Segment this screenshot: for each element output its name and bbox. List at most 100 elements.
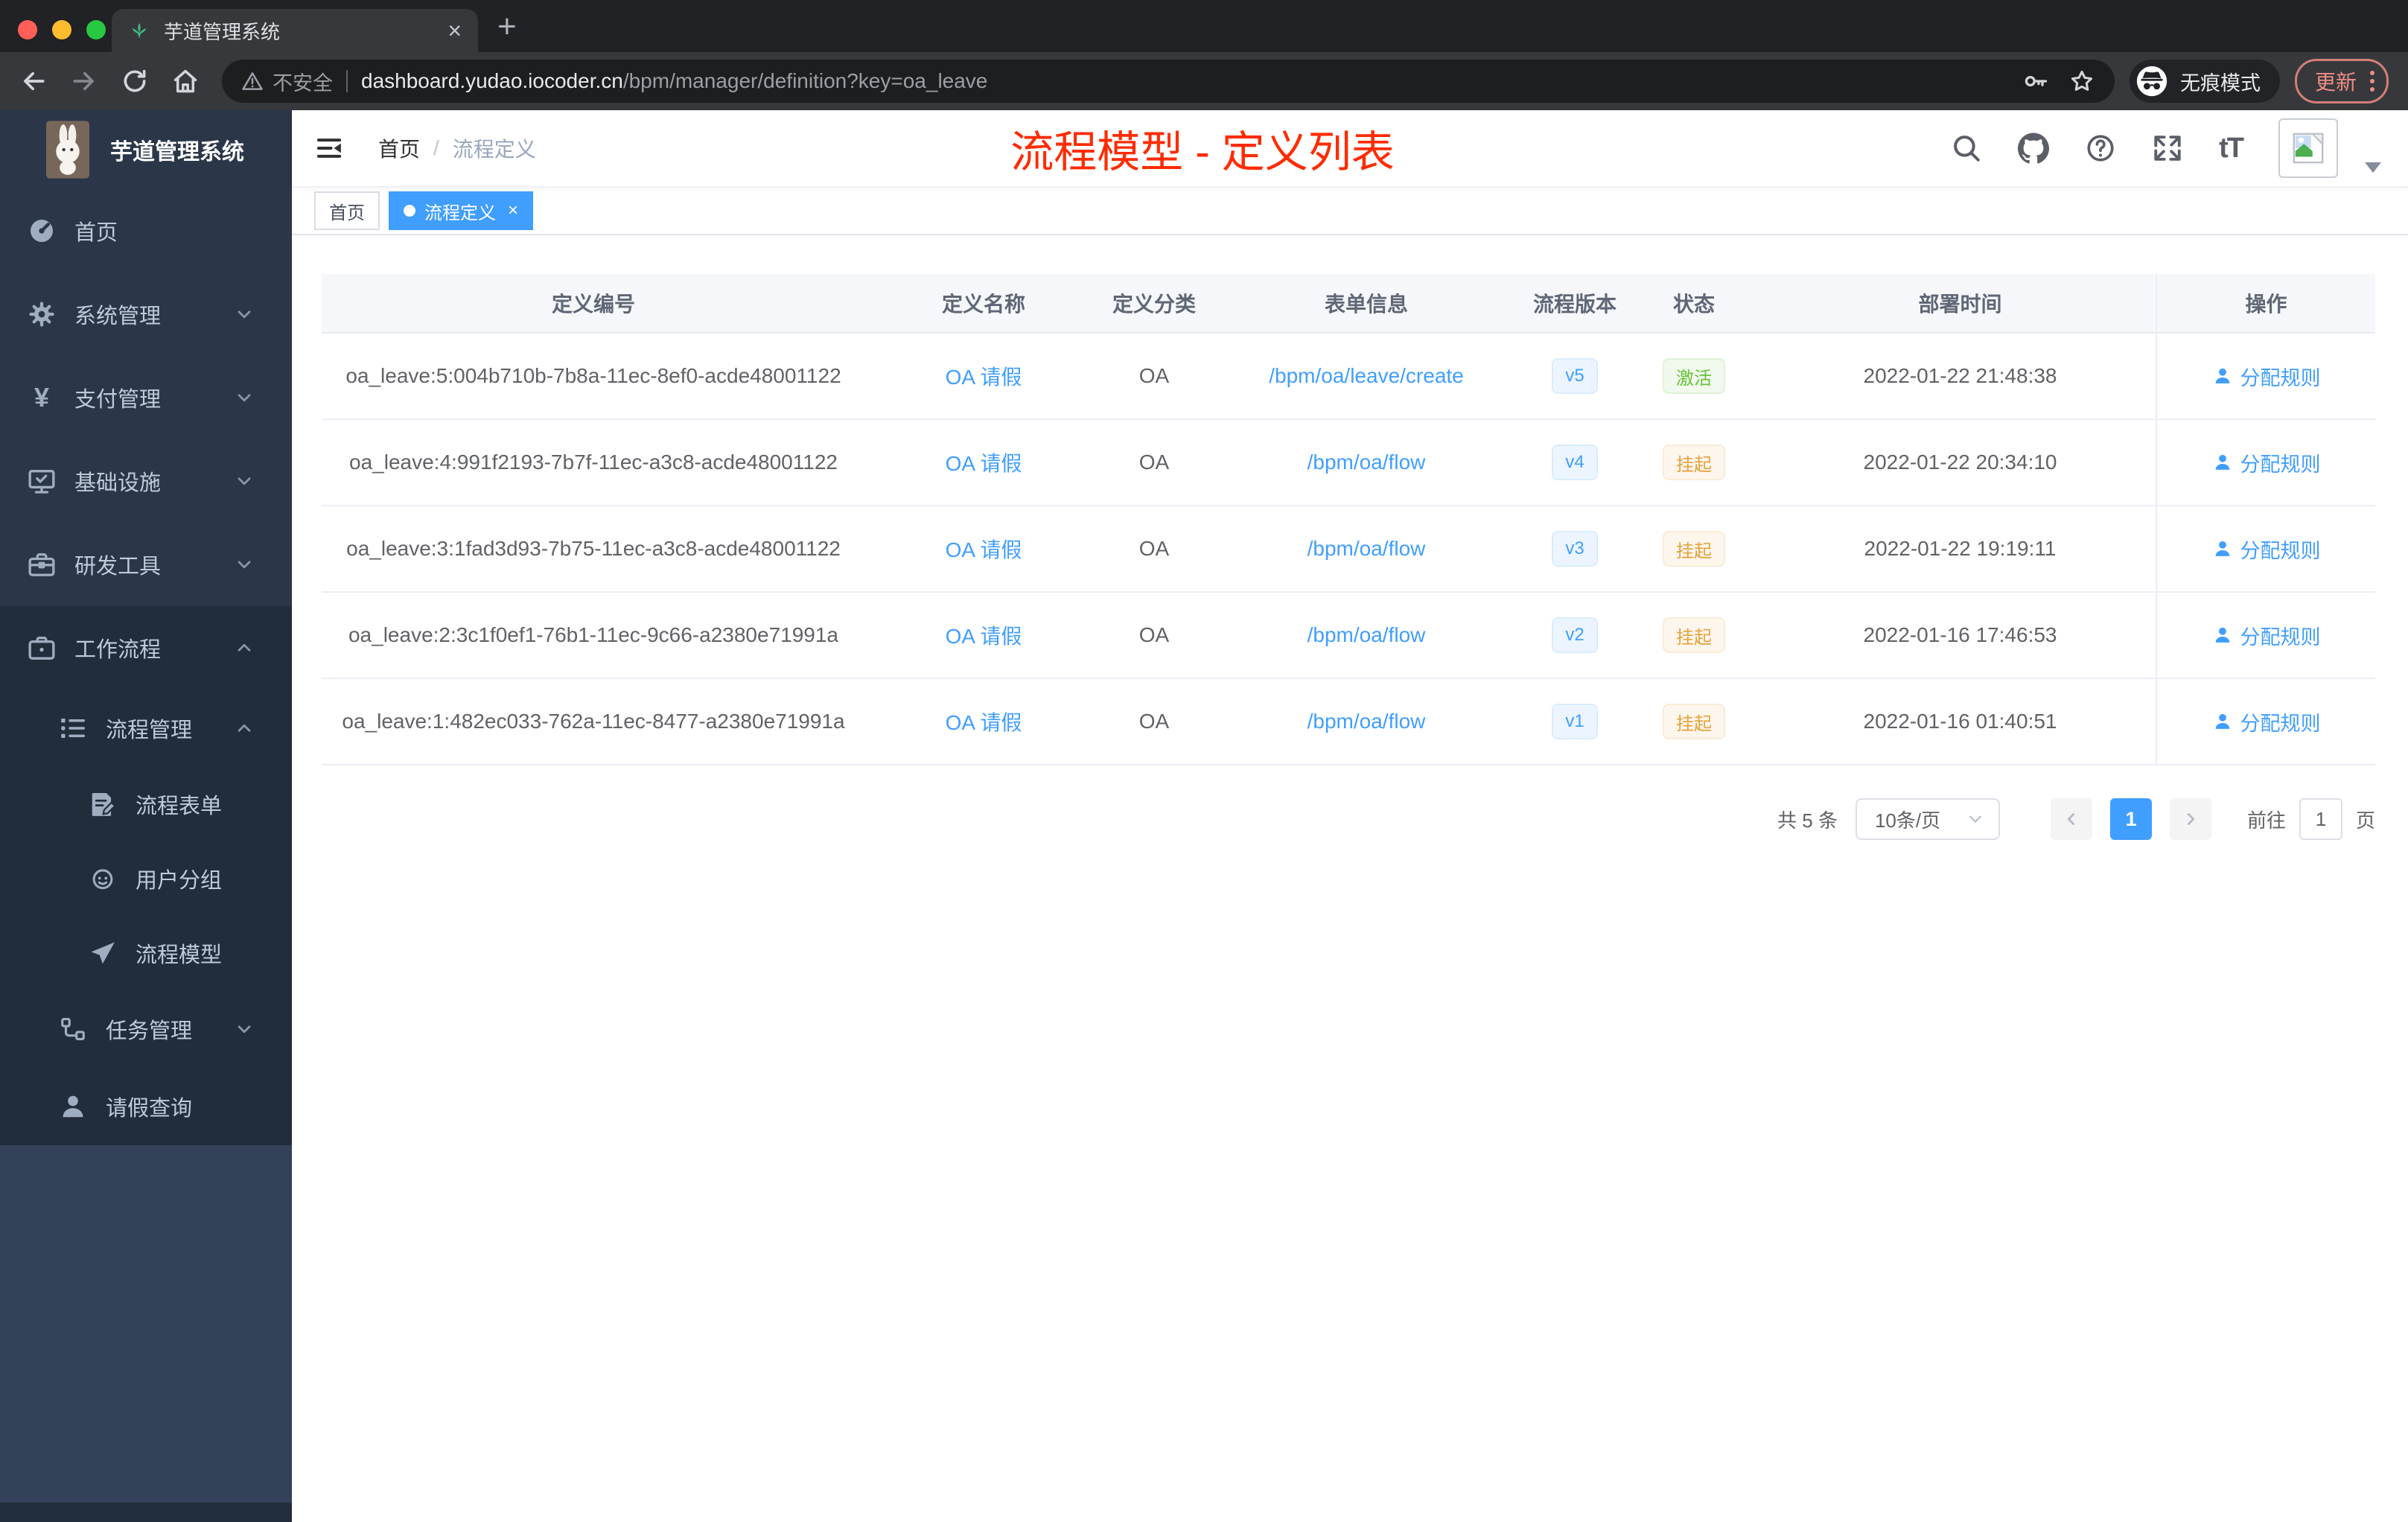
deploy-time: 2022-01-22 21:48:38 [1863,364,2057,387]
definition-name-link[interactable]: OA 请假 [946,707,1022,736]
column-header: 流程版本 [1532,293,1617,316]
url-text[interactable]: dashboard.yudao.iocoder.cn/bpm/manager/d… [361,69,2003,93]
goto-page-input[interactable] [2299,798,2342,840]
assign-rule-link[interactable]: 分配规则 [2212,448,2321,477]
new-tab-button[interactable]: + [497,10,517,43]
form-link[interactable]: /bpm/oa/flow [1307,537,1426,561]
maximize-window-button[interactable] [86,20,106,39]
page-number-button[interactable]: 1 [2109,798,2152,840]
app-logo-row[interactable]: 芋道管理系统 [0,110,292,189]
status-badge: 挂起 [1663,617,1725,653]
fullscreen-icon[interactable] [2152,133,2183,164]
url-divider [346,70,348,92]
page-size-select[interactable]: 10条/页 [1855,798,2000,840]
sidebar-item-payment[interactable]: ¥ 支付管理 [0,356,292,439]
github-icon[interactable] [2018,133,2050,164]
breadcrumb-home[interactable]: 首页 [378,133,420,163]
app-navbar: 首页 / 流程定义 流程模型 - 定义列表 tT [292,110,2408,188]
assign-rule-link[interactable]: 分配规则 [2212,362,2321,391]
tag-close-icon[interactable]: × [508,200,518,221]
sidebar-item-label: 任务管理 [106,1019,193,1043]
sidebar-submenu-block: 工作流程 流程管理 流程表单 用户分组 流程模型 任务管理 请假查询 [0,606,292,1145]
assign-rule-link[interactable]: 分配规则 [2212,535,2321,564]
table-row: oa_leave:4:991f2193-7b7f-11ec-a3c8-acde4… [322,420,2375,506]
deploy-time: 2022-01-16 17:46:53 [1863,623,2057,646]
security-warning-icon [241,70,264,92]
chevron-down-icon [234,387,255,408]
sidebar-item-label: 用户分组 [136,869,223,893]
table-header-row: 定义编号 定义名称 定义分类 表单信息 流程版本 状态 部署时间 操作 [322,274,2375,334]
sidebar-item-process-mgmt[interactable]: 流程管理 [0,690,292,767]
browser-menu-icon[interactable] [2370,71,2374,92]
sidebar-item-infra[interactable]: 基础设施 [0,439,292,523]
sidebar-item-system[interactable]: 系统管理 [0,273,292,356]
chevron-right-icon [2181,809,2200,829]
sidebar-item-task-mgmt[interactable]: 任务管理 [0,990,292,1068]
breadcrumb: 首页 / 流程定义 [378,133,536,163]
version-badge: v3 [1552,531,1598,567]
assign-rule-link[interactable]: 分配规则 [2212,707,2321,736]
pagination-total: 共 5 条 [1777,809,1838,832]
tab-close-icon[interactable]: × [447,19,462,42]
form-link[interactable]: /bpm/oa/flow [1307,450,1426,474]
sidebar-collapse-icon[interactable] [314,133,344,163]
form-link[interactable]: /bpm/oa/flow [1307,623,1426,647]
browser-toolbar: 不安全 dashboard.yudao.iocoder.cn/bpm/manag… [0,52,2408,110]
font-size-icon[interactable]: tT [2219,133,2244,165]
help-icon[interactable] [2085,133,2116,164]
form-edit-icon [88,789,118,819]
definition-name-link[interactable]: OA 请假 [946,620,1022,650]
url-bar[interactable]: 不安全 dashboard.yudao.iocoder.cn/bpm/manag… [222,60,2115,103]
close-window-button[interactable] [18,20,37,39]
avatar[interactable] [2278,118,2338,178]
dashboard-icon [27,216,57,246]
update-label[interactable]: 更新 [2315,66,2357,96]
sidebar-item-process-model[interactable]: 流程模型 [0,916,292,990]
assign-rule-link[interactable]: 分配规则 [2212,621,2321,650]
browser-chrome: 芋道管理系统 × + 不安全 dashboard.yudao.iocoder.c… [0,0,2408,110]
definition-id: oa_leave:1:482ec033-762a-11ec-8477-a2380… [342,710,845,733]
definition-name-link[interactable]: OA 请假 [946,534,1022,564]
sidebar-item-label: 首页 [74,221,118,245]
definition-id: oa_leave:4:991f2193-7b7f-11ec-a3c8-acde4… [349,450,838,474]
caret-down-icon[interactable] [2365,162,2381,173]
prev-page-button[interactable] [2050,798,2092,840]
tag-home[interactable]: 首页 [314,191,380,230]
reload-icon[interactable] [121,67,149,95]
form-link[interactable]: /bpm/oa/flow [1307,710,1426,733]
sidebar-item-label: 请假查询 [106,1097,193,1121]
user-icon [58,1092,88,1121]
app-title: 芋道管理系统 [110,140,244,165]
sidebar-menu-top: 芋道管理系统 首页 系统管理 ¥ 支付管理 基础设施 研发工具 [0,110,292,606]
browser-update-button[interactable]: 更新 [2294,59,2389,104]
home-icon[interactable] [171,67,200,95]
sidebar-item-devtools[interactable]: 研发工具 [0,523,292,606]
forward-icon[interactable] [70,67,98,95]
definition-id: oa_leave:5:004b710b-7b8a-11ec-8ef0-acde4… [345,364,841,387]
bookmark-star-icon[interactable] [2068,68,2095,95]
security-label[interactable]: 不安全 [273,67,333,96]
column-header: 定义名称 [941,293,1025,316]
deploy-time: 2022-01-22 19:19:11 [1864,537,2057,560]
browser-tab[interactable]: 芋道管理系统 × [112,9,478,52]
sidebar-item-home[interactable]: 首页 [0,189,292,273]
password-key-icon[interactable] [2022,68,2049,95]
url-path: /bpm/manager/definition?key=oa_leave [622,69,988,92]
search-icon[interactable] [1951,133,1982,164]
back-icon[interactable] [19,67,48,95]
sidebar-item-leave-query[interactable]: 请假查询 [0,1068,292,1145]
form-link[interactable]: /bpm/oa/leave/create [1269,364,1464,388]
definition-name-link[interactable]: OA 请假 [946,448,1022,477]
sidebar-item-user-group[interactable]: 用户分组 [0,841,292,916]
goto-label: 前往 [2246,809,2286,832]
minimize-window-button[interactable] [52,20,71,39]
next-page-button[interactable] [2169,798,2211,840]
broken-image-icon [2293,133,2324,164]
sidebar-bottom-bar [0,1503,292,1522]
breadcrumb-separator: / [433,136,439,159]
definition-name-link[interactable]: OA 请假 [946,361,1022,391]
sidebar-item-process-form[interactable]: 流程表单 [0,767,292,841]
tag-process-definition[interactable]: 流程定义 × [389,191,534,230]
sidebar-item-workflow[interactable]: 工作流程 [0,606,292,690]
page-content: 定义编号 定义名称 定义分类 表单信息 流程版本 状态 部署时间 操作 oa_l… [292,235,2408,1522]
